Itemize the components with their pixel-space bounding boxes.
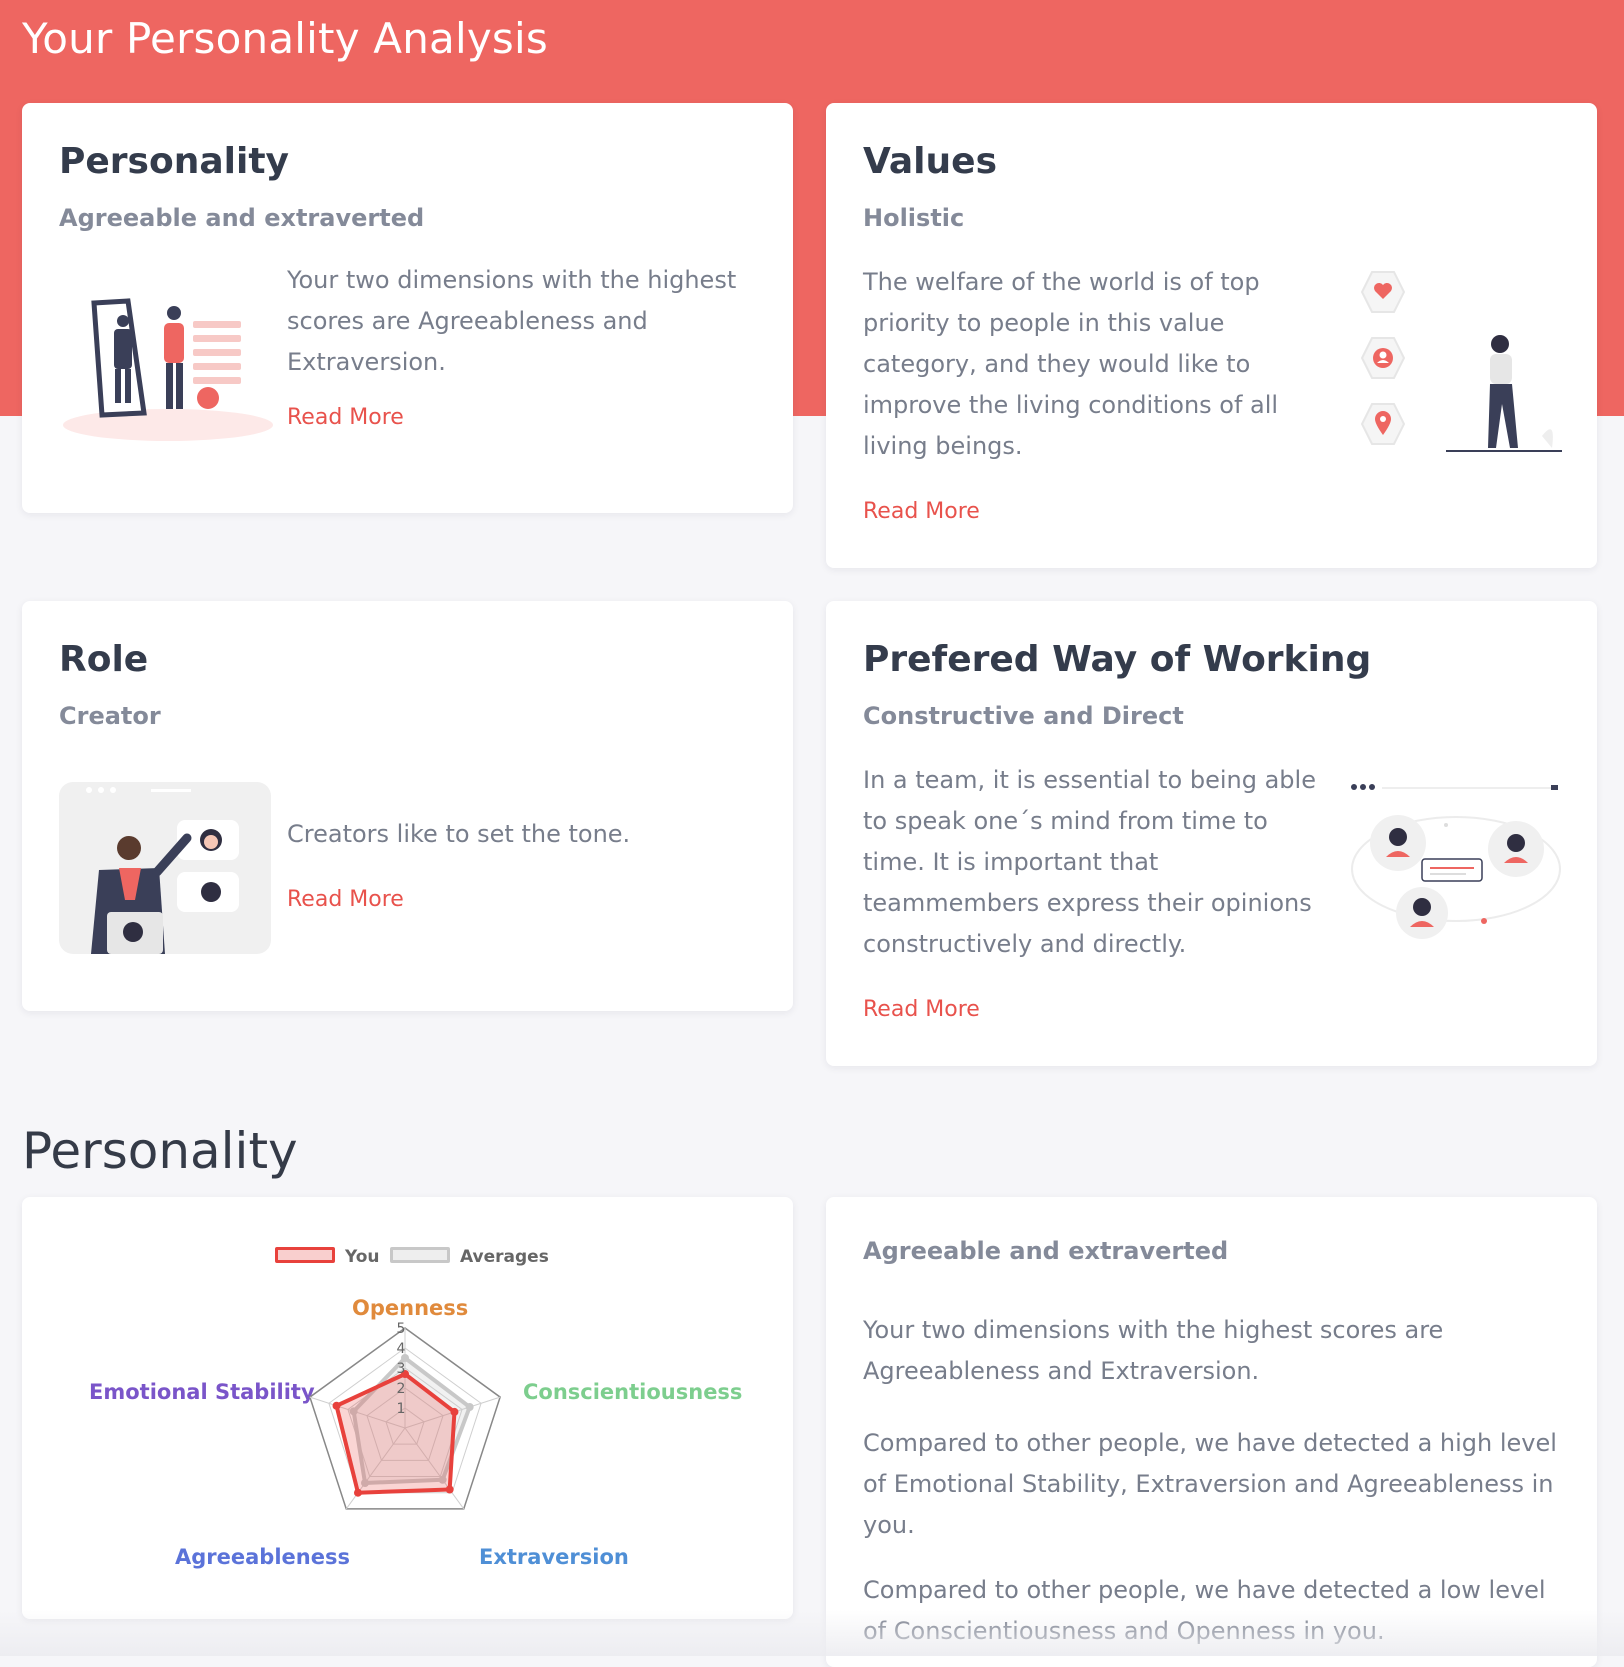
summary-card: Agreeable and extraverted Your two dimen…	[826, 1197, 1597, 1667]
summary-paragraph: Compared to other people, we have detect…	[863, 1576, 1546, 1645]
page-title: Your Personality Analysis	[22, 14, 548, 63]
radar-tick-label: 1	[397, 1401, 406, 1417]
working-card: Prefered Way of Working Constructive and…	[826, 601, 1597, 1066]
personality-card: Personality Agreeable and extraverted Yo…	[22, 103, 793, 513]
section-heading-personality: Personality	[22, 1122, 298, 1180]
radar-point-you	[353, 1488, 362, 1497]
mirror-illustration	[63, 298, 273, 441]
role-card: Role Creator Creators like to set the to…	[22, 601, 793, 1011]
card-subtitle: Holistic	[863, 204, 965, 232]
radar-tick-label: 4	[397, 1341, 406, 1357]
card-subtitle: Constructive and Direct	[863, 702, 1184, 730]
card-subtitle: Creator	[59, 702, 161, 730]
radar-point-you	[445, 1485, 454, 1494]
summary-paragraph: Compared to other people, we have detect…	[863, 1429, 1557, 1539]
values-card: Values Holistic The welfare of the world…	[826, 103, 1597, 568]
card-subtitle: Agreeable and extraverted	[59, 204, 425, 232]
team-illustration	[1351, 784, 1561, 939]
axis-label-emotional-stability: Emotional Stability	[89, 1380, 315, 1404]
card-body: In a team, it is essential to being able…	[863, 766, 1316, 958]
summary-paragraph: Your two dimensions with the highest sco…	[863, 1316, 1444, 1385]
radar-chart: 1 2 3 4 5	[309, 1321, 501, 1510]
read-more-link[interactable]: Read More	[287, 887, 404, 912]
read-more-link[interactable]: Read More	[287, 405, 404, 430]
creator-illustration	[59, 782, 271, 954]
radar-tick-label: 3	[397, 1361, 406, 1377]
radar-point-you	[450, 1407, 459, 1416]
summary-subtitle: Agreeable and extraverted	[863, 1237, 1229, 1265]
legend-swatch-averages	[390, 1247, 450, 1263]
location-pin-icon	[1360, 403, 1406, 445]
radar-point-averages	[465, 1402, 474, 1411]
read-more-link[interactable]: Read More	[863, 997, 980, 1022]
read-more-link[interactable]: Read More	[863, 499, 980, 524]
axis-label-agreeableness: Agreeableness	[175, 1545, 350, 1569]
card-body: The welfare of the world is of top prior…	[863, 268, 1279, 460]
radar-tick-label: 2	[397, 1381, 406, 1397]
card-title: Values	[863, 141, 997, 182]
card-title: Prefered Way of Working	[863, 639, 1372, 680]
axis-label-openness: Openness	[352, 1296, 469, 1320]
card-title: Personality	[59, 141, 289, 182]
radar-point-you	[332, 1401, 341, 1410]
legend-swatch-you	[275, 1247, 335, 1263]
card-body: Your two dimensions with the highest sco…	[287, 266, 737, 376]
legend-label-you: You	[345, 1247, 380, 1267]
axis-label-conscientiousness: Conscientiousness	[523, 1380, 743, 1404]
values-illustration	[1360, 271, 1562, 452]
card-title: Role	[59, 639, 149, 680]
card-body: Creators like to set the tone.	[287, 820, 631, 848]
axis-label-extraversion: Extraversion	[479, 1545, 629, 1569]
legend-label-averages: Averages	[460, 1247, 549, 1267]
user-icon	[1360, 337, 1406, 379]
radar-tick-label: 5	[397, 1321, 406, 1337]
heart-icon	[1360, 271, 1406, 313]
